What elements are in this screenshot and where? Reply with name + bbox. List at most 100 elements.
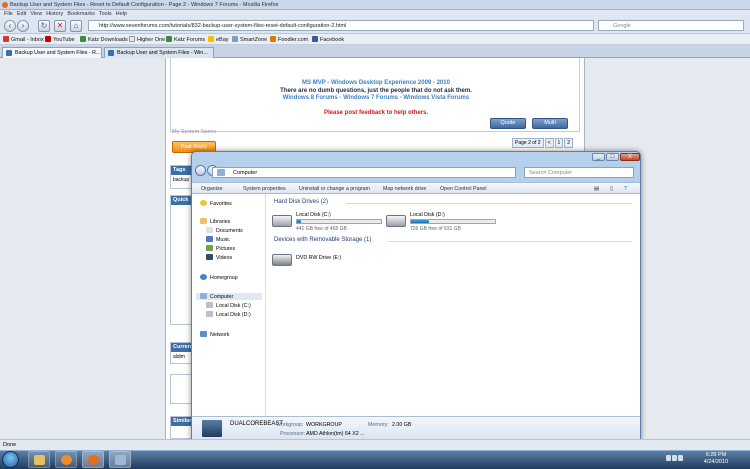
stop-icon[interactable]: ✕ (54, 20, 66, 32)
nav-libraries[interactable]: Libraries (200, 218, 230, 225)
bookmark-gmail[interactable]: Gmail - Inbox (3, 36, 44, 43)
uninstall-program-button[interactable]: Uninstall or change a program (299, 186, 370, 192)
explorer-search-input[interactable]: Search Computer (524, 167, 634, 178)
nav-favorites[interactable]: Favorites (200, 200, 232, 207)
view-options-icon[interactable]: ▤ (594, 186, 599, 192)
computer-icon (217, 169, 225, 176)
tab-backup-page-2[interactable]: Backup User and System Files - R... (2, 47, 102, 58)
firefox-icon (2, 2, 8, 8)
start-button[interactable] (2, 451, 19, 468)
explorer-address-bar[interactable]: Computer (212, 167, 516, 178)
bookmark-facebook[interactable]: Facebook (312, 36, 344, 43)
menu-help[interactable]: Help (116, 11, 127, 17)
open-control-panel-button[interactable]: Open Control Panel (440, 186, 487, 192)
breadcrumb[interactable]: Computer (233, 170, 257, 176)
menu-bookmarks[interactable]: Bookmarks (67, 11, 95, 17)
bookmark-katz-forums[interactable]: Katz Forums (166, 36, 205, 43)
nav-homegroup[interactable]: Homegroup (200, 274, 238, 281)
minimize-button[interactable]: _ (592, 153, 605, 161)
tab-strip: Backup User and System Files - R... Back… (0, 45, 750, 58)
search-placeholder: Google (613, 23, 631, 29)
link-windows-8[interactable]: Windows 8 Forums (283, 95, 338, 101)
navigation-pane: Favorites Libraries Documents Music Pict… (192, 194, 266, 416)
taskbar-firefox-icon[interactable] (82, 451, 104, 468)
url-text: http://www.sevenforums.com/tutorials/832… (99, 23, 347, 29)
prev-page[interactable]: < (544, 138, 554, 148)
page-2[interactable]: 2 (564, 138, 574, 148)
nav-music[interactable]: Music (206, 236, 230, 243)
nav-local-disk-d[interactable]: Local Disk (D:) (206, 311, 251, 318)
menu-tools[interactable]: Tools (99, 11, 112, 17)
maximize-button[interactable]: □ (606, 153, 619, 161)
home-icon[interactable]: ⌂ (70, 20, 82, 32)
bookmark-youtube[interactable]: YouTube (45, 36, 75, 43)
help-icon[interactable]: ? (624, 186, 627, 192)
dvd-drive[interactable]: DVD RW Drive (E:) (272, 251, 392, 269)
bookmark-katz-downloads[interactable]: Katz Downloads (80, 36, 128, 43)
processor-value: AMD Athlon(tm) 64 X2 ... (306, 431, 365, 437)
nav-videos[interactable]: Videos (206, 254, 232, 261)
pagination: Page 2 of 2 <1 2 (512, 138, 574, 148)
nav-computer[interactable]: Computer (196, 293, 262, 300)
menu-edit[interactable]: Edit (17, 11, 26, 17)
bookmark-higher-one[interactable]: Higher One (129, 36, 165, 43)
nav-pictures[interactable]: Pictures (206, 245, 235, 252)
drive-c[interactable]: Local Disk (C:) 441 GB free of 465 GB (272, 212, 392, 234)
menu-view[interactable]: View (30, 11, 42, 17)
network-icon (672, 455, 677, 461)
quote-button[interactable]: Quote (490, 118, 526, 129)
organize-button[interactable]: Organize (201, 186, 223, 192)
explorer-command-bar: Organize System properties Uninstall or … (192, 182, 640, 194)
drive-name: Local Disk (C:) (296, 212, 331, 218)
page-count: Page 2 of 2 (512, 138, 544, 148)
preview-pane-icon[interactable]: ▯ (610, 186, 613, 192)
link-windows-7[interactable]: Windows 7 Forums (343, 95, 398, 101)
browser-search-input[interactable]: Google (598, 20, 744, 31)
workgroup-value: WORKGROUP (306, 422, 342, 428)
drive-free-space: 441 GB free of 465 GB (296, 226, 347, 232)
nav-local-disk-c[interactable]: Local Disk (C:) (206, 302, 251, 309)
group-divider (388, 241, 632, 242)
quote-line: There are no dumb questions, just the pe… (280, 88, 472, 94)
tab-backup-windows[interactable]: Backup User and System Files - Win... (104, 47, 214, 58)
multi-quote-button[interactable]: Multi (532, 118, 568, 129)
menu-history[interactable]: History (46, 11, 63, 17)
forward-button[interactable]: › (17, 20, 29, 32)
explorer-back-button[interactable] (195, 165, 206, 176)
feedback-line: Please post feedback to help others. (323, 110, 429, 116)
hard-disk-group-header[interactable]: Hard Disk Drives (2) (274, 199, 328, 205)
drive-d[interactable]: Local Disk (D:) 726 GB free of 931 GB (386, 212, 506, 234)
menu-file[interactable]: File (4, 11, 13, 17)
bookmark-foodler[interactable]: Foodler.com (270, 36, 308, 43)
back-button[interactable]: ‹ (4, 20, 16, 32)
removable-group-header[interactable]: Devices with Removable Storage (1) (274, 237, 371, 243)
drive-usage-bar (410, 219, 496, 224)
memory-label: Memory: (368, 422, 389, 428)
bookmarks-toolbar: Gmail - Inbox YouTube Katz Downloads Hig… (0, 34, 750, 45)
workgroup-label: Workgroup: (276, 422, 304, 428)
close-button[interactable]: X (620, 153, 640, 161)
reload-icon[interactable]: ↻ (38, 20, 50, 32)
url-bar[interactable]: http://www.sevenforums.com/tutorials/832… (88, 20, 594, 31)
taskbar-explorer-icon[interactable] (28, 451, 50, 468)
page-1[interactable]: 1 (554, 138, 564, 148)
drive-usage-bar (296, 219, 382, 224)
bookmark-ebay[interactable]: eBay (208, 36, 229, 43)
nav-documents[interactable]: Documents (206, 227, 243, 234)
system-specs-link[interactable]: My System Specs (172, 129, 216, 135)
explorer-content: Hard Disk Drives (2) Local Disk (C:) 441… (266, 194, 640, 416)
dvd-drive-name: DVD RW Drive (E:) (296, 255, 342, 261)
processor-label: Processor: (280, 431, 306, 437)
drive-free-space: 726 GB free of 931 GB (410, 226, 461, 232)
system-tray[interactable] (666, 455, 686, 465)
map-network-drive-button[interactable]: Map network drive (383, 186, 426, 192)
nav-network[interactable]: Network (200, 331, 229, 338)
system-properties-button[interactable]: System properties (243, 186, 286, 192)
details-pane: DUALCOREBEAST Workgroup: WORKGROUP Memor… (192, 416, 640, 441)
taskbar-media-player-icon[interactable] (55, 451, 77, 468)
taskbar-computer-icon[interactable] (109, 451, 131, 468)
bookmark-smartzone[interactable]: SmartZone (232, 36, 267, 43)
link-windows-vista[interactable]: Windows Vista Forums (403, 95, 469, 101)
clock-date: 4/24/2010 (703, 459, 729, 465)
clock[interactable]: 6:28 PM 4/24/2010 (688, 452, 744, 466)
